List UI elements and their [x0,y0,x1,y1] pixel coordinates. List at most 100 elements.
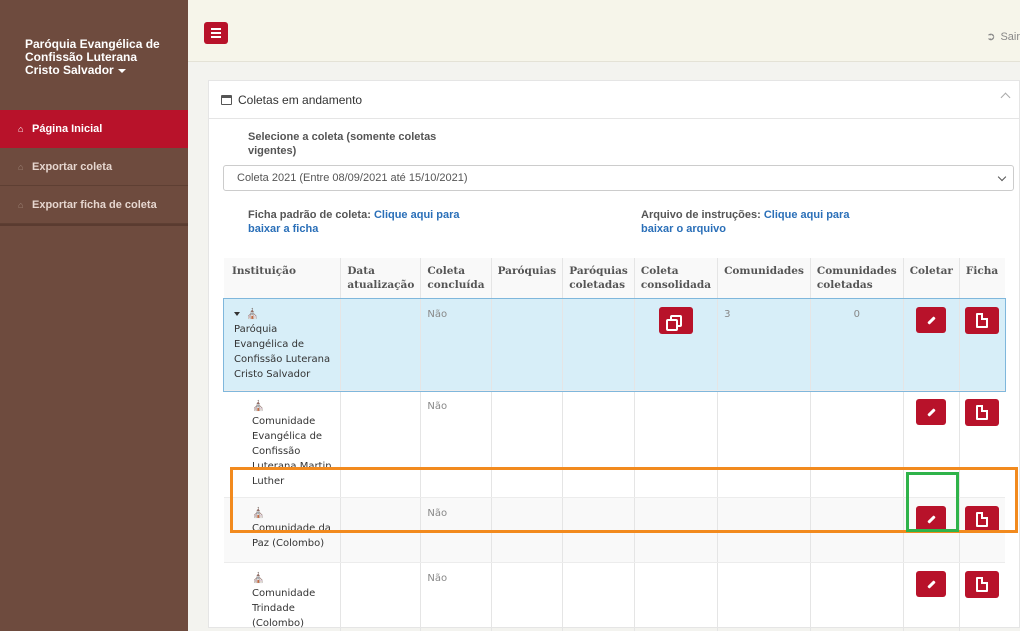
sidebar-item-label: Página Inicial [32,123,103,135]
col-comunidades-coletadas[interactable]: Comunidades coletadas [809,258,904,299]
select-label: Selecione a coleta (somente coletas vige… [248,131,437,157]
logout-label: Sair [1000,31,1020,43]
paroquias-coletadas-cell [562,390,635,498]
edit-button[interactable] [916,399,947,425]
instituicao-name: Comunidade da Paz (Colombo) [252,523,331,549]
paroquias-coletadas-cell [562,497,635,563]
table-row: ⛪ Comunidade Evangélica de Confissão Lut… [224,390,1005,498]
instituicao-cell: ⛪ Comunidade da Paz (Colombo) [224,497,341,563]
col-coletar[interactable]: Coletar [902,258,960,299]
data-cell [340,497,421,563]
church-icon: ⛪ [252,508,265,519]
instituicao-cell: ⛪ Comunidade Evangélica de Confissão Lut… [224,390,341,498]
coletas-panel: Coletas em andamento Selecione a coleta … [208,80,1020,631]
paroquias-cell [490,298,563,391]
col-ficha[interactable]: Ficha [958,258,1005,299]
file-icon [976,577,989,592]
ficha-button[interactable] [965,399,1000,426]
copy-icon [665,314,682,331]
sidebar-item-pagina-inicial[interactable]: ⌂ Página Inicial [0,110,188,148]
pencil-icon [927,407,936,417]
edit-button[interactable] [916,506,947,532]
ficha-button[interactable] [965,571,1000,598]
file-icon [976,405,989,420]
coletar-cell [902,497,960,563]
sidebar-item-exportar-ficha[interactable]: ⌂ Exportar ficha de coleta [0,186,188,224]
coletar-cell [902,390,960,498]
concluida-cell: Não [420,562,492,631]
menu-divider [0,224,188,226]
col-coleta-consolidada[interactable]: Coleta consolidada [633,258,718,299]
comunidades-coletadas-cell: 0 [809,298,904,391]
consolidada-cell [633,298,718,391]
data-cell [340,298,421,391]
home-icon: ⌂ [18,161,24,172]
ficha-cell [958,562,1005,631]
church-icon: ⛪ [246,309,259,320]
paroquias-cell [490,390,563,498]
logout-link[interactable]: ➲ Sair [986,30,1020,43]
edit-button[interactable] [916,307,947,333]
consolidate-button[interactable] [658,307,693,334]
ficha-prefix: Ficha padrão de coleta: [248,209,371,221]
coleta-select[interactable]: Coleta 2021 (Entre 08/09/2021 até 15/10/… [223,165,1014,191]
ficha-button[interactable] [965,506,1000,533]
pencil-icon [927,315,936,325]
comunidades-cell [717,390,811,498]
ficha-padrao: Ficha padrão de coleta: Clique aqui para… [248,208,488,236]
concluida-cell: Não [420,497,492,563]
col-paroquias[interactable]: Paróquias [490,258,563,299]
org-name: Paróquia Evangélica de Confissão Luteran… [25,37,160,77]
church-icon: ⛪ [252,401,265,412]
col-instituicao[interactable]: Instituição [224,258,341,299]
ficha-cell [958,390,1005,498]
concluida-cell: Não [420,298,492,391]
comunidades-cell [717,562,811,631]
calendar-icon [221,94,232,105]
col-data-atualizacao[interactable]: Data atualização [340,258,421,299]
col-coleta-concluida[interactable]: Coleta concluída [420,258,492,299]
comunidades-coletadas-cell [809,390,904,498]
instituicao-name: Paróquia Evangélica de Confissão Luteran… [234,324,331,380]
pencil-icon [927,514,936,524]
panel-header: Coletas em andamento [209,81,1019,119]
hamburger-menu-button[interactable] [204,22,228,44]
collapse-chevron-icon[interactable] [1000,92,1011,103]
comunidades-cell [717,497,811,563]
data-cell [340,562,421,631]
consolidada-cell [633,390,718,498]
file-icon [976,512,989,527]
ficha-cell [958,298,1005,391]
ficha-cell [958,497,1005,563]
home-icon: ⌂ [18,199,24,210]
edit-button[interactable] [916,571,947,597]
col-paroquias-coletadas[interactable]: Paróquias coletadas [562,258,635,299]
coletar-cell [902,298,960,391]
panel-title: Coletas em andamento [238,92,363,107]
instituicao-cell: ⛪ Paróquia Evangélica de Confissão Luter… [224,298,341,391]
sidebar: Paróquia Evangélica de Confissão Luteran… [0,0,188,631]
paroquias-coletadas-cell [562,562,635,631]
comunidades-cell: 3 [717,298,811,391]
data-cell [340,390,421,498]
table-header-row: Instituição Data atualização Coleta conc… [224,258,1005,299]
coletar-cell [902,562,960,631]
sidebar-item-exportar-coleta[interactable]: ⌂ Exportar coleta [0,148,188,186]
org-selector[interactable]: Paróquia Evangélica de Confissão Luteran… [25,38,175,77]
ficha-button[interactable] [965,307,1000,334]
collapse-triangle-icon[interactable] [234,312,240,316]
comunidades-coletadas-cell [809,562,904,631]
consolidada-cell [633,497,718,563]
arquivo-instrucoes: Arquivo de instruções: Clique aqui para … [641,208,861,236]
home-icon: ⌂ [18,124,24,134]
paroquias-cell [490,497,563,563]
paroquias-coletadas-cell [562,298,635,391]
comunidades-coletadas-cell [809,497,904,563]
table-row: ⛪ Comunidade Trindade (Colombo) Não [224,562,1005,631]
church-icon: ⛪ [252,573,265,584]
col-comunidades[interactable]: Comunidades [717,258,811,299]
consolidada-cell [633,562,718,631]
table-row: ⛪ Comunidade da Paz (Colombo) Não [224,497,1005,563]
sign-out-icon: ➲ [986,31,996,43]
sidebar-menu: ⌂ Página Inicial ⌂ Exportar coleta ⌂ Exp… [0,110,188,224]
